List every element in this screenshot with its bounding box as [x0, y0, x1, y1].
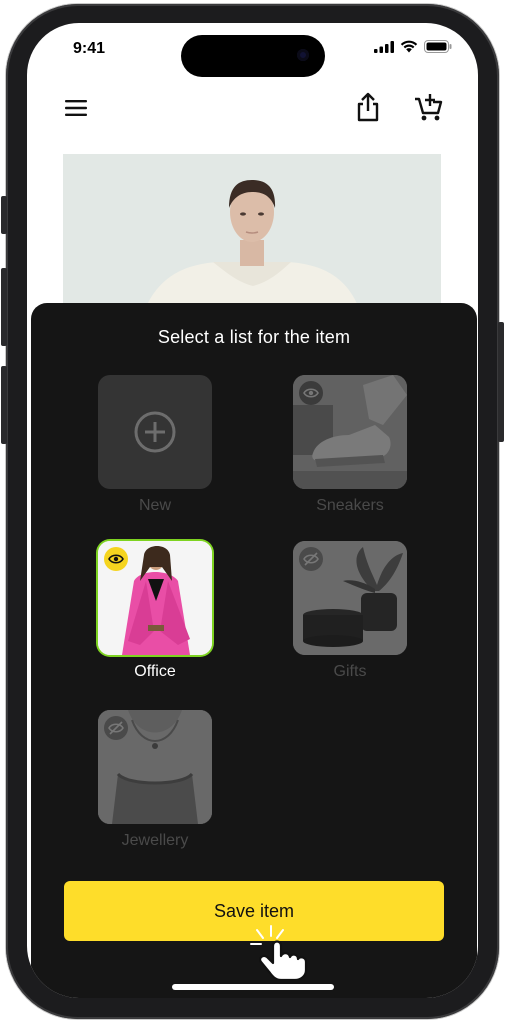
- volume-up-button: [1, 268, 7, 346]
- add-to-cart-icon[interactable]: [413, 91, 445, 123]
- status-icons: [374, 40, 452, 53]
- eye-icon: [299, 381, 323, 405]
- volume-down-button: [1, 366, 7, 444]
- sneakers-thumb: [293, 375, 407, 489]
- cellular-signal-icon: [374, 40, 394, 53]
- share-icon[interactable]: [353, 91, 383, 123]
- list-tile-gifts[interactable]: Gifts: [293, 541, 407, 681]
- jewellery-thumb: [98, 710, 212, 824]
- battery-icon: [424, 40, 452, 53]
- home-indicator[interactable]: [172, 984, 334, 990]
- status-time: 9:41: [73, 40, 106, 57]
- list-label-office: Office: [134, 663, 176, 680]
- new-list-thumb: [98, 375, 212, 489]
- eye-icon: [104, 547, 128, 571]
- eye-off-icon: [104, 716, 128, 740]
- office-thumb: [98, 541, 212, 655]
- list-picker-sheet: Select a list for the item New Sneakers …: [31, 303, 477, 998]
- list-tile-jewellery[interactable]: Jewellery: [98, 710, 212, 850]
- action-button: [1, 196, 7, 234]
- app-bar: [27, 83, 478, 133]
- list-tile-sneakers[interactable]: Sneakers: [293, 375, 407, 515]
- eye-off-icon: [299, 547, 323, 571]
- power-button: [498, 322, 504, 442]
- list-label-jewellery: Jewellery: [121, 832, 189, 849]
- list-label-gifts: Gifts: [333, 663, 367, 680]
- list-tile-new[interactable]: New: [98, 375, 212, 515]
- sheet-title: Select a list for the item: [157, 327, 351, 347]
- tap-hand-cursor-icon: [250, 925, 308, 980]
- list-label-sneakers: Sneakers: [316, 497, 384, 514]
- wifi-icon: [400, 40, 418, 53]
- dynamic-island: [181, 35, 325, 77]
- list-label-new: New: [138, 497, 171, 514]
- front-camera: [297, 49, 309, 61]
- phone-screen: 9:41 Select a list for the item New Snea…: [27, 23, 478, 998]
- plus-circle-icon: [134, 411, 176, 453]
- gifts-thumb: [293, 541, 407, 655]
- hamburger-menu-icon[interactable]: [63, 95, 89, 121]
- list-tile-office[interactable]: Office: [98, 541, 212, 681]
- product-image: [63, 154, 441, 314]
